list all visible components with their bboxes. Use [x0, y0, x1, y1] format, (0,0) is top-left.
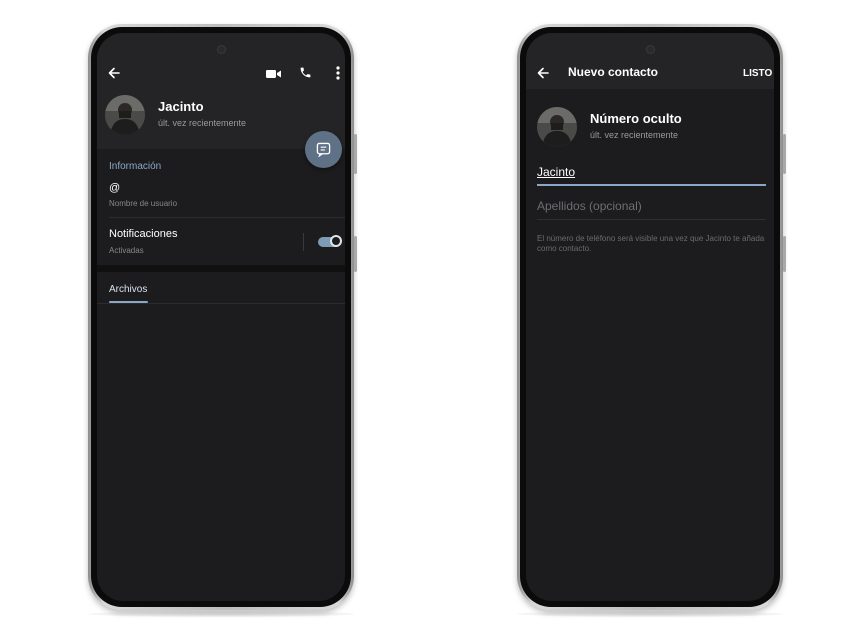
new-contact-header [526, 33, 774, 89]
front-camera [647, 46, 654, 53]
contact-name: Jacinto [158, 99, 204, 114]
front-camera [218, 46, 225, 53]
page-title: Nuevo contacto [568, 65, 659, 79]
phone-bezel: Nuevo contacto LISTO Número oculto últ. … [520, 27, 780, 607]
tab-archivos[interactable]: Archivos [109, 284, 147, 295]
more-vertical-icon[interactable] [336, 66, 340, 80]
notifications-status: Activadas [109, 246, 144, 255]
phone-shadow [517, 611, 783, 617]
toggle-knob [330, 235, 342, 247]
first-name-underline [537, 184, 766, 186]
avatar [537, 107, 577, 147]
last-name-underline [537, 219, 766, 220]
phone-icon[interactable] [299, 66, 312, 79]
contact-name: Número oculto [590, 111, 682, 126]
done-button[interactable]: LISTO [743, 68, 772, 79]
username-caption: Nombre de usuario [109, 199, 178, 208]
notifications-label: Notificaciones [109, 228, 178, 240]
profile-screen: Jacinto últ. vez recientemente Informaci… [97, 33, 345, 601]
video-camera-icon[interactable] [266, 69, 282, 79]
message-icon [316, 142, 331, 157]
last-seen-status: últ. vez recientemente [158, 118, 247, 128]
tabs-divider [97, 303, 345, 304]
username-value: @ [109, 182, 121, 194]
phone-left: Jacinto últ. vez recientemente Informaci… [88, 24, 357, 610]
toggle-separator [303, 233, 304, 251]
phone-shadow [88, 611, 354, 617]
phone-visibility-note: El número de teléfono será visible una v… [537, 234, 765, 253]
new-contact-screen: Nuevo contacto LISTO Número oculto últ. … [526, 33, 774, 601]
power-button [783, 134, 786, 174]
phone-right: Nuevo contacto LISTO Número oculto últ. … [517, 24, 786, 610]
phone-bezel: Jacinto últ. vez recientemente Informaci… [91, 27, 351, 607]
divider [109, 217, 345, 218]
avatar[interactable] [105, 95, 145, 135]
back-arrow-icon[interactable] [536, 66, 550, 80]
back-arrow-icon[interactable] [107, 66, 121, 80]
volume-button [354, 236, 357, 272]
info-section-label: Información [109, 161, 162, 172]
last-seen-status: últ. vez recientemente [590, 130, 679, 140]
first-name-field[interactable]: Jacinto [537, 165, 575, 179]
last-name-field[interactable]: Apellidos (opcional) [537, 199, 642, 213]
section-separator [97, 265, 345, 272]
notifications-toggle[interactable] [318, 235, 342, 247]
notifications-row[interactable]: Notificaciones Activadas [97, 223, 345, 259]
volume-button [783, 236, 786, 272]
power-button [354, 134, 357, 174]
message-button[interactable] [305, 131, 342, 168]
username-row[interactable]: @ Nombre de usuario [97, 179, 345, 213]
